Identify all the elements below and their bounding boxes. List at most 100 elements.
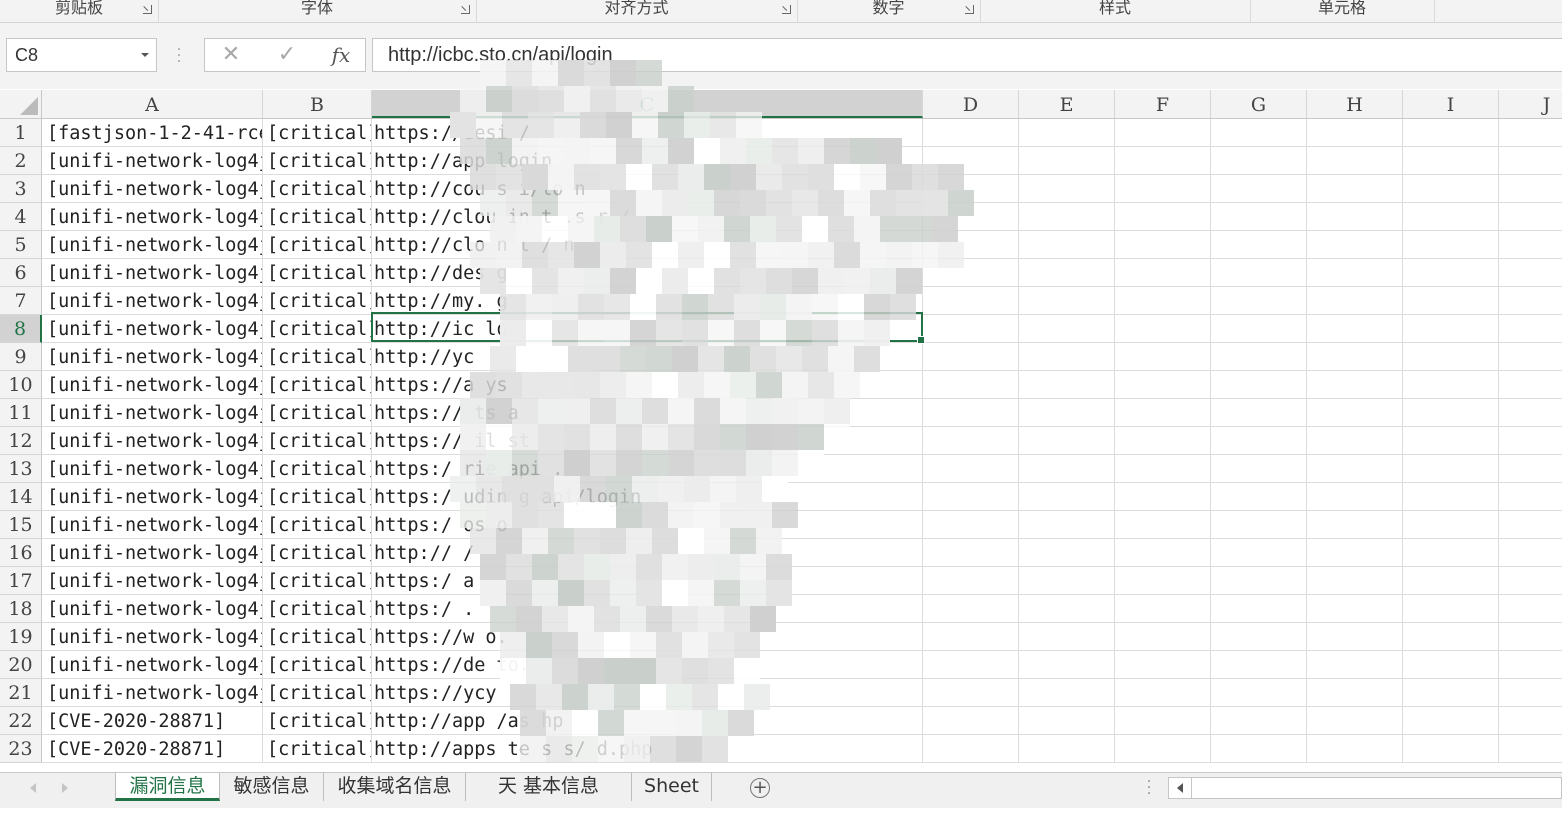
dialog-launcher-icon[interactable] (461, 5, 470, 14)
cell-c[interactable]: http://app login (372, 147, 923, 175)
cell-e[interactable] (1019, 707, 1115, 735)
cell-d[interactable] (923, 203, 1019, 231)
cell-j[interactable] (1499, 455, 1562, 483)
cell-f[interactable] (1115, 259, 1211, 287)
cell-b[interactable]: [critical] (263, 315, 372, 343)
cell-d[interactable] (923, 371, 1019, 399)
sheet-tab-domain-info[interactable]: 收集域名信息 (324, 773, 466, 801)
cell-f[interactable] (1115, 371, 1211, 399)
cell-i[interactable] (1403, 455, 1499, 483)
row-header[interactable]: 8 (0, 315, 42, 343)
cell-f[interactable] (1115, 595, 1211, 623)
cell-e[interactable] (1019, 539, 1115, 567)
row-header[interactable]: 21 (0, 679, 42, 707)
cell-b[interactable]: [critical] (263, 147, 372, 175)
cell-g[interactable] (1211, 231, 1307, 259)
cell-h[interactable] (1307, 203, 1403, 231)
cell-i[interactable] (1403, 315, 1499, 343)
cell-c[interactable]: http://clou in t .s r / (372, 203, 923, 231)
cell-b[interactable]: [critical] (263, 287, 372, 315)
cell-d[interactable] (923, 567, 1019, 595)
column-header-f[interactable]: F (1115, 90, 1211, 118)
cell-j[interactable] (1499, 203, 1562, 231)
cell-j[interactable] (1499, 259, 1562, 287)
cell-g[interactable] (1211, 511, 1307, 539)
drag-handle-icon[interactable]: · · · (176, 43, 182, 69)
row-header[interactable]: 12 (0, 427, 42, 455)
scroll-left-icon[interactable] (1177, 783, 1183, 793)
cell-c[interactable]: https:/ . (372, 595, 923, 623)
cell-a[interactable]: [unifi-network-log4j] (42, 455, 263, 483)
cell-b[interactable]: [critical] (263, 371, 372, 399)
cell-g[interactable] (1211, 651, 1307, 679)
cell-g[interactable] (1211, 567, 1307, 595)
column-header-d[interactable]: D (923, 90, 1019, 118)
cell-h[interactable] (1307, 371, 1403, 399)
row-header[interactable]: 20 (0, 651, 42, 679)
cell-e[interactable] (1019, 427, 1115, 455)
cell-d[interactable] (923, 707, 1019, 735)
cell-a[interactable]: [CVE-2020-28871] (42, 735, 263, 763)
cell-e[interactable] (1019, 119, 1115, 147)
row-header[interactable]: 1 (0, 119, 42, 147)
cell-d[interactable] (923, 679, 1019, 707)
row-header[interactable]: 2 (0, 147, 42, 175)
cell-j[interactable] (1499, 539, 1562, 567)
cell-c[interactable]: http://clo n t / n (372, 231, 923, 259)
cell-b[interactable]: [critical] (263, 595, 372, 623)
cell-h[interactable] (1307, 259, 1403, 287)
cell-g[interactable] (1211, 679, 1307, 707)
cell-i[interactable] (1403, 483, 1499, 511)
cell-h[interactable] (1307, 231, 1403, 259)
cell-g[interactable] (1211, 371, 1307, 399)
cell-b[interactable]: [critical] (263, 343, 372, 371)
cell-e[interactable] (1019, 287, 1115, 315)
cell-f[interactable] (1115, 511, 1211, 539)
cell-a[interactable]: [unifi-network-log4j] (42, 651, 263, 679)
row-header[interactable]: 7 (0, 287, 42, 315)
cell-a[interactable]: [unifi-network-log4j] (42, 679, 263, 707)
cell-a[interactable]: [CVE-2020-28871] (42, 707, 263, 735)
cell-g[interactable] (1211, 427, 1307, 455)
chevron-down-icon[interactable] (141, 53, 149, 57)
cell-e[interactable] (1019, 371, 1115, 399)
cell-c[interactable]: https:/ os o (372, 511, 923, 539)
cell-g[interactable] (1211, 623, 1307, 651)
cell-c[interactable]: https://w o. (372, 623, 923, 651)
cell-f[interactable] (1115, 567, 1211, 595)
cell-c[interactable]: http://my. g (372, 287, 923, 315)
cell-b[interactable]: [critical] (263, 175, 372, 203)
cell-c[interactable]: http://app /as hp (372, 707, 923, 735)
cell-f[interactable] (1115, 483, 1211, 511)
cell-c[interactable]: https:/ udin g api/login (372, 483, 923, 511)
cell-i[interactable] (1403, 539, 1499, 567)
horizontal-scrollbar[interactable] (1168, 777, 1562, 799)
cell-i[interactable] (1403, 147, 1499, 175)
cancel-icon[interactable]: ✕ (211, 39, 251, 71)
cell-a[interactable]: [unifi-network-log4j] (42, 623, 263, 651)
name-box[interactable]: C8 (6, 38, 157, 72)
cell-h[interactable] (1307, 567, 1403, 595)
dialog-launcher-icon[interactable] (965, 5, 974, 14)
cell-d[interactable] (923, 595, 1019, 623)
row-header[interactable]: 19 (0, 623, 42, 651)
formula-input[interactable]: http://icbc.sto.cn/api/login (372, 38, 1562, 72)
sheet-tab-vulnerability-info[interactable]: 漏洞信息 (115, 773, 220, 801)
cell-i[interactable] (1403, 287, 1499, 315)
row-header[interactable]: 22 (0, 707, 42, 735)
column-header-g[interactable]: G (1211, 90, 1307, 118)
cell-b[interactable]: [critical] (263, 735, 372, 763)
add-sheet-icon[interactable]: + (750, 778, 770, 798)
cell-j[interactable] (1499, 371, 1562, 399)
cell-a[interactable]: [unifi-network-log4j] (42, 595, 263, 623)
cell-h[interactable] (1307, 147, 1403, 175)
column-header-a[interactable]: A (42, 90, 263, 118)
row-header[interactable]: 6 (0, 259, 42, 287)
cell-e[interactable] (1019, 147, 1115, 175)
cell-b[interactable]: [critical] (263, 231, 372, 259)
cell-b[interactable]: [critical] (263, 427, 372, 455)
cell-i[interactable] (1403, 595, 1499, 623)
cell-g[interactable] (1211, 455, 1307, 483)
dialog-launcher-icon[interactable] (782, 5, 791, 14)
cell-c[interactable]: https:// il st (372, 427, 923, 455)
